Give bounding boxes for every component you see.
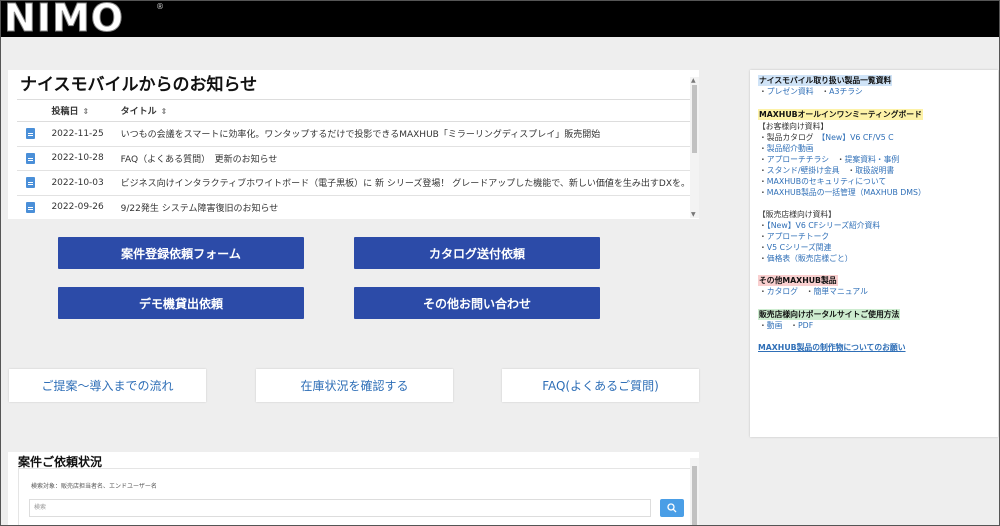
sidebar-links-row: ・プレゼン資料 ・A3チラシ bbox=[759, 87, 863, 96]
case-status-panel: 案件ご依頼状況 検索対象：販売店担当者名、エンドユーザー名 検索 bbox=[8, 452, 699, 526]
row-date: 2022-09-26 bbox=[43, 195, 113, 219]
sidebar-links-row: ・アプローチチラシ ・提案資料・事例 bbox=[759, 155, 900, 164]
portal-usage-section-title: 販売店様向けポータルサイトご使用方法 bbox=[758, 309, 901, 320]
sidebar-links-row: ・スタンド/壁掛け金具 ・取扱説明書 bbox=[759, 166, 895, 175]
date-column-header[interactable]: 投稿日 ⇕ bbox=[43, 99, 113, 122]
case-status-card: 検索対象：販売店担当者名、エンドユーザー名 検索 bbox=[18, 468, 692, 526]
customer-docs-subtitle: 【お客様向け資料】 bbox=[758, 122, 829, 131]
scroll-up-arrow-icon[interactable]: ▲ bbox=[691, 77, 696, 84]
scrollbar-thumb[interactable] bbox=[692, 466, 697, 526]
scroll-down-arrow-icon[interactable]: ▼ bbox=[691, 211, 696, 218]
row-title[interactable]: 9/22発生 システム障害復旧のお知らせ bbox=[112, 195, 690, 219]
row-title[interactable]: FAQ（よくある質問） 更新のお知らせ bbox=[112, 146, 690, 171]
faq-button[interactable]: FAQ(よくあるご質問) bbox=[502, 369, 699, 402]
news-panel: ナイスモバイルからのお知らせ 投稿日 ⇕ タイトル ⇕ 2022-11-25 いつも… bbox=[8, 70, 699, 219]
catalog-link[interactable]: カタログ bbox=[767, 287, 798, 296]
approach-talk-link[interactable]: アプローチトーク bbox=[767, 232, 829, 241]
date-header-label: 投稿日 bbox=[51, 107, 79, 117]
security-link[interactable]: MAXHUBのセキュリティについて bbox=[767, 177, 886, 186]
search-input[interactable]: 検索 bbox=[29, 499, 651, 517]
status-scrollbar[interactable] bbox=[690, 458, 699, 526]
sidebar-links-row: ・価格表（販売店様ごと） bbox=[759, 254, 853, 263]
dealer-docs-subtitle: 【販売店様向け資料】 bbox=[758, 210, 836, 219]
maxhub-section-title: MAXHUBオールインワンミーティングボード bbox=[758, 109, 923, 120]
title-column-header[interactable]: タイトル ⇕ bbox=[112, 99, 690, 122]
sidebar-links-row: ・MAXHUB製品の一括管理（MAXHUB DMS） bbox=[759, 188, 926, 197]
presentation-link[interactable]: プレゼン資料 bbox=[767, 87, 814, 96]
a3-flyer-link[interactable]: A3チラシ bbox=[829, 87, 863, 96]
row-title[interactable]: いつもの会議をスマートに効率化。ワンタップするだけで投影できるMAXHUB「ミラ… bbox=[112, 121, 690, 147]
table-row[interactable]: 2022-10-03 ビジネス向けインタラクティブホワイトボード（電子黒板）に … bbox=[17, 170, 690, 196]
row-date: 2022-10-03 bbox=[43, 170, 113, 196]
icon-column-header bbox=[17, 99, 44, 122]
case-registration-form-button[interactable]: 案件登録依頼フォーム bbox=[58, 237, 304, 269]
v5c-series-link[interactable]: V5 Cシリーズ関連 bbox=[767, 243, 832, 252]
registered-mark: ® bbox=[156, 2, 164, 11]
price-list-link[interactable]: 価格表（販売店様ごと） bbox=[767, 254, 853, 263]
sort-icon: ⇕ bbox=[160, 107, 168, 116]
table-row[interactable]: 2022-10-28 FAQ（よくある質問） 更新のお知らせ bbox=[17, 146, 690, 171]
sidebar-links-row: ・V5 Cシリーズ関連 bbox=[759, 243, 832, 252]
title-header-label: タイトル bbox=[120, 107, 157, 117]
dms-link[interactable]: MAXHUB製品の一括管理（MAXHUB DMS） bbox=[767, 188, 926, 197]
product-list-section-title: ナイスモバイル取り扱い製品一覧資料 bbox=[758, 75, 893, 86]
sidebar-links-row: ・カタログ ・簡単マニュアル bbox=[759, 287, 868, 296]
document-icon bbox=[25, 201, 35, 213]
search-button[interactable] bbox=[660, 499, 684, 517]
other-maxhub-section-title: その他MAXHUB製品 bbox=[758, 275, 838, 286]
proposal-docs-link[interactable]: 提案資料・事例 bbox=[845, 155, 900, 164]
sidebar-links-row: ・製品紹介動画 bbox=[759, 144, 814, 153]
document-icon bbox=[25, 177, 35, 189]
product-catalog-label: 製品カタログ bbox=[766, 133, 814, 142]
approach-flyer-link[interactable]: アプローチチラシ bbox=[767, 155, 829, 164]
news-title: ナイスモバイルからのお知らせ bbox=[20, 75, 258, 95]
sidebar-links-row: MAXHUB製品の制作物についてのお願い bbox=[758, 342, 906, 353]
stock-status-button[interactable]: 在庫状況を確認する bbox=[256, 369, 453, 402]
sidebar-links-row: ・アプローチトーク bbox=[759, 232, 830, 241]
demo-loan-request-button[interactable]: デモ機貸出依頼 bbox=[58, 287, 304, 319]
resources-sidebar: ナイスモバイル取り扱い製品一覧資料 ・プレゼン資料 ・A3チラシ MAXHUBオ… bbox=[750, 70, 998, 437]
table-row[interactable]: 2022-09-26 9/22発生 システム障害復旧のお知らせ bbox=[17, 195, 690, 219]
scrollbar-thumb[interactable] bbox=[692, 85, 697, 153]
row-date: 2022-11-25 bbox=[43, 121, 113, 147]
news-table: 投稿日 ⇕ タイトル ⇕ 2022-11-25 いつもの会議をスマートに効率化。ワン… bbox=[17, 99, 690, 219]
catalog-request-button[interactable]: カタログ送付依頼 bbox=[354, 237, 600, 269]
new-cf-series-link[interactable]: 【New】V6 CFシリーズ紹介資料 bbox=[767, 221, 880, 230]
search-icon bbox=[667, 503, 677, 513]
other-inquiry-button[interactable]: その他お問い合わせ bbox=[354, 287, 600, 319]
sidebar-links-row: ・【New】V6 CFシリーズ紹介資料 bbox=[759, 221, 881, 230]
product-video-link[interactable]: 製品紹介動画 bbox=[767, 144, 814, 153]
production-request-link[interactable]: MAXHUB製品の制作物についてのお願い bbox=[758, 343, 906, 352]
pdf-link[interactable]: PDF bbox=[798, 321, 813, 330]
proposal-flow-button[interactable]: ご提案～導入までの流れ bbox=[9, 369, 206, 402]
search-target-label: 検索対象：販売店担当者名、エンドユーザー名 bbox=[31, 483, 157, 490]
new-catalog-link[interactable]: 【New】V6 CF/V5 C bbox=[821, 133, 893, 142]
document-icon bbox=[25, 152, 35, 164]
sidebar-links-row: ・製品カタログ 【New】V6 CF/V5 C bbox=[759, 133, 894, 142]
top-header: NIMO ® bbox=[0, 0, 1000, 40]
quick-manual-link[interactable]: 簡単マニュアル bbox=[814, 287, 868, 296]
row-date: 2022-10-28 bbox=[43, 146, 113, 171]
sort-icon: ⇕ bbox=[82, 107, 90, 116]
sidebar-links-row: ・MAXHUBのセキュリティについて bbox=[759, 177, 887, 186]
sidebar-links-row: ・動画 ・PDF bbox=[759, 321, 814, 330]
document-icon bbox=[25, 128, 35, 140]
stand-mount-link[interactable]: スタンド/壁掛け金具 bbox=[767, 166, 840, 175]
table-row[interactable]: 2022-11-25 いつもの会議をスマートに効率化。ワンタップするだけで投影で… bbox=[17, 121, 690, 147]
row-title[interactable]: ビジネス向けインタラクティブホワイトボード（電子黒板）に 新 シリーズ登場！ グ… bbox=[112, 170, 690, 196]
news-table-header: 投稿日 ⇕ タイトル ⇕ bbox=[17, 99, 690, 122]
manual-link[interactable]: 取扱説明書 bbox=[855, 166, 894, 175]
news-scrollbar[interactable]: ▲ ▼ bbox=[690, 77, 699, 218]
nimo-logo[interactable]: NIMO bbox=[3, 0, 124, 40]
video-link[interactable]: 動画 bbox=[767, 321, 783, 330]
